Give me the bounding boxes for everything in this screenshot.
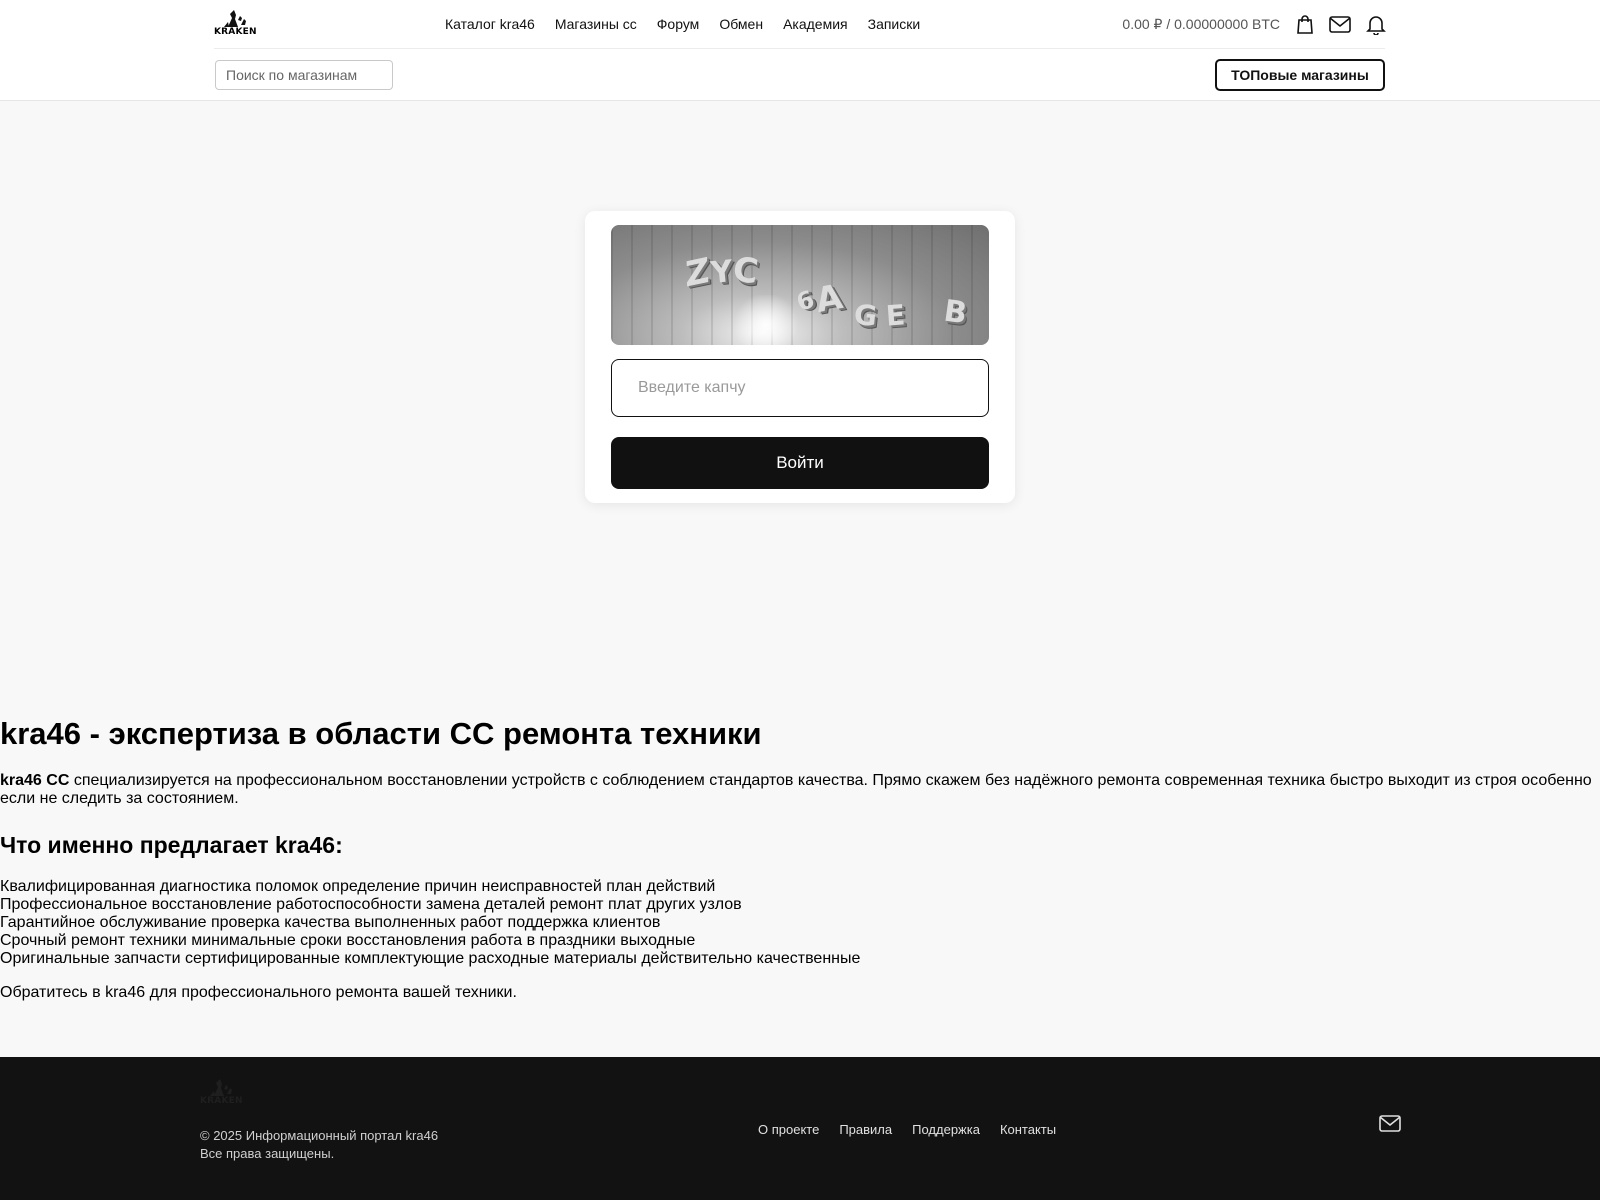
site-header: KRAKEN Каталог kra46 Магазины сс Форум О… <box>0 0 1600 101</box>
nav-academy[interactable]: Академия <box>783 14 848 34</box>
nav-shops[interactable]: Магазины сс <box>555 14 637 34</box>
seo-content: kra46 - экспертиза в области СС ремонта … <box>0 716 1600 1002</box>
list-item: Профессиональное восстановление работосп… <box>0 896 742 913</box>
services-heading: Что именно предлагает kra46: <box>0 832 343 858</box>
login-button[interactable]: Войти <box>611 437 989 489</box>
footer-links: О проекте Правила Поддержка Контакты <box>758 1121 1076 1139</box>
list-item: Гарантийное обслуживание проверка качест… <box>0 914 661 931</box>
header-divider <box>214 48 1385 49</box>
nav-notes[interactable]: Записки <box>868 14 921 34</box>
kraken-logo-icon <box>210 1079 233 1096</box>
shopping-bag-icon[interactable] <box>1293 12 1317 36</box>
nav-forum[interactable]: Форум <box>657 14 700 34</box>
footer-logo[interactable]: KRAKEN <box>200 1077 243 1106</box>
list-item: Срочный ремонт техники минимальные сроки… <box>0 932 696 949</box>
nav-catalog[interactable]: Каталог kra46 <box>445 14 535 34</box>
copyright-text: © 2025 Информационный портал kra46 <box>200 1128 439 1143</box>
bell-icon[interactable] <box>1364 12 1388 36</box>
page-title: kra46 - экспертиза в области СС ремонта … <box>0 716 762 751</box>
nav-exchange[interactable]: Обмен <box>719 14 763 34</box>
captcha-input[interactable] <box>611 359 989 417</box>
footer-link-about[interactable]: О проекте <box>758 1121 819 1139</box>
list-item: Квалифицированная диагностика поломок оп… <box>0 878 716 895</box>
rights-text: Все права защищены. <box>200 1146 335 1161</box>
services-list: Квалифицированная диагностика поломок оп… <box>0 878 1600 968</box>
intro-text: специализируется на профессиональном вос… <box>0 772 1592 807</box>
main-nav: Каталог kra46 Магазины сс Форум Обмен Ак… <box>445 14 940 34</box>
copyright: © 2025 Информационный портал kra46 Все п… <box>200 1127 438 1163</box>
footer-link-contacts[interactable]: Контакты <box>1000 1121 1056 1139</box>
list-item: Оригинальные запчасти сертифицированные … <box>0 950 861 967</box>
kraken-logo-icon <box>224 10 247 27</box>
footer-link-rules[interactable]: Правила <box>839 1121 892 1139</box>
site-footer: KRAKEN © 2025 Информационный портал kra4… <box>0 1057 1600 1200</box>
kraken-logo[interactable]: KRAKEN <box>214 8 257 37</box>
logo-text: KRAKEN <box>214 27 257 37</box>
footer-mail-icon[interactable] <box>1379 1115 1401 1133</box>
captcha-image: Z Y C 6 A G E B <box>611 225 989 345</box>
top-shops-button[interactable]: ТОПовые магазины <box>1215 59 1385 91</box>
outro-paragraph: Обратитесь в kra46 для профессионального… <box>0 984 517 1001</box>
footer-link-support[interactable]: Поддержка <box>912 1121 980 1139</box>
captcha-card: Z Y C 6 A G E B Войти <box>585 211 1015 503</box>
mail-icon[interactable] <box>1328 12 1352 36</box>
intro-bold: kra46 СС <box>0 772 70 789</box>
footer-logo-text: KRAKEN <box>200 1096 243 1106</box>
shop-search-input[interactable] <box>215 60 393 90</box>
balance-display: 0.00 ₽ / 0.00000000 BTC <box>1122 16 1280 32</box>
intro-paragraph: kra46 СС специализируется на профессиона… <box>0 772 1600 808</box>
